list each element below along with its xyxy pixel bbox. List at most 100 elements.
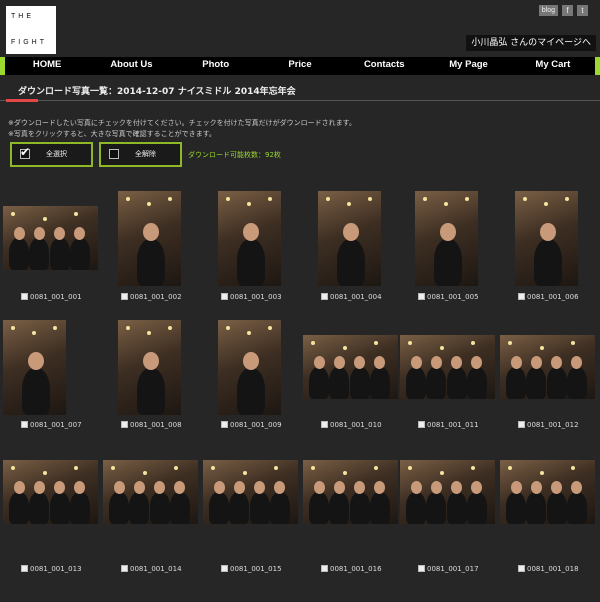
checkbox-icon[interactable] <box>221 565 228 572</box>
site-logo[interactable]: THE FIGHT <box>6 6 56 54</box>
checkbox-icon[interactable] <box>21 421 28 428</box>
person-silhouette <box>446 367 467 399</box>
checkbox-icon[interactable] <box>121 421 128 428</box>
checkbox-icon[interactable] <box>418 565 425 572</box>
photo-select-checkbox[interactable]: 0081_001_013 <box>21 564 82 574</box>
person-silhouette <box>566 492 587 524</box>
checkbox-icon[interactable] <box>321 565 328 572</box>
photo-thumbnail[interactable] <box>318 191 381 286</box>
photo-thumbnail[interactable] <box>3 460 98 524</box>
photo-thumbnail[interactable] <box>400 460 495 524</box>
nav-contacts[interactable]: Contacts <box>342 57 426 75</box>
light-bulb <box>111 466 115 470</box>
person-silhouette <box>526 367 547 399</box>
photo-select-checkbox[interactable]: 0081_001_015 <box>221 564 282 574</box>
photo-thumbnail[interactable] <box>118 191 181 286</box>
nav-price[interactable]: Price <box>258 57 342 75</box>
nav-my-page[interactable]: My Page <box>426 57 510 75</box>
checkbox-icon[interactable] <box>518 565 525 572</box>
photo-thumbnail[interactable] <box>303 460 398 524</box>
photo-select-checkbox[interactable]: 0081_001_018 <box>518 564 579 574</box>
photo-thumbnail[interactable] <box>218 191 281 286</box>
nav-my-cart[interactable]: My Cart <box>511 57 595 75</box>
mypage-link[interactable]: 小川晶弘 さんのマイページへ <box>466 35 596 51</box>
checkbox-icon[interactable] <box>121 293 128 300</box>
person-silhouette <box>21 367 51 415</box>
photo-thumbnail[interactable] <box>3 206 98 270</box>
photo-thumbnail[interactable] <box>118 320 181 415</box>
checkbox-icon[interactable] <box>21 293 28 300</box>
checkbox-icon[interactable] <box>321 421 328 428</box>
light-bulb <box>508 466 512 470</box>
photo-select-checkbox[interactable]: 0081_001_001 <box>21 292 82 302</box>
checkbox-icon[interactable] <box>418 293 425 300</box>
light-bulb <box>544 202 548 206</box>
light-bulb <box>168 326 172 330</box>
person-head <box>113 481 125 494</box>
photo-select-checkbox[interactable]: 0081_001_017 <box>418 564 479 574</box>
select-all-button[interactable]: ✔ 全選択 <box>10 142 93 167</box>
deselect-all-button[interactable]: 全解除 <box>99 142 182 167</box>
checkbox-icon[interactable] <box>221 421 228 428</box>
nav-home[interactable]: HOME <box>5 57 89 75</box>
photo-select-checkbox[interactable]: 0081_001_014 <box>121 564 182 574</box>
checkbox-icon[interactable] <box>121 565 128 572</box>
photo-thumbnail[interactable] <box>303 335 398 399</box>
photo-select-checkbox[interactable]: 0081_001_005 <box>418 292 479 302</box>
photo-thumbnail[interactable] <box>415 191 478 286</box>
photo-select-checkbox[interactable]: 0081_001_010 <box>321 420 382 430</box>
photo-thumbnail[interactable] <box>203 460 298 524</box>
light-bulb <box>311 466 315 470</box>
person-silhouette <box>129 492 150 524</box>
photo-select-checkbox[interactable]: 0081_001_009 <box>221 420 282 430</box>
checkbox-icon[interactable] <box>418 421 425 428</box>
person-head <box>243 222 260 241</box>
person-silhouette <box>9 492 29 524</box>
photo-id-label: 0081_001_007 <box>30 421 82 429</box>
photo-select-checkbox[interactable]: 0081_001_016 <box>321 564 382 574</box>
photo-id-label: 0081_001_003 <box>230 293 282 301</box>
photo-thumbnail[interactable] <box>218 320 281 415</box>
light-bulb <box>32 331 36 335</box>
photo-select-checkbox[interactable]: 0081_001_011 <box>418 420 479 430</box>
photo-thumbnail[interactable] <box>500 460 595 524</box>
photo-select-checkbox[interactable]: 0081_001_004 <box>321 292 382 302</box>
photo-thumbnail[interactable] <box>400 335 495 399</box>
checkbox-icon[interactable] <box>321 293 328 300</box>
photo-id-label: 0081_001_017 <box>427 565 479 573</box>
light-bulb <box>242 471 247 475</box>
nav-photo[interactable]: Photo <box>174 57 258 75</box>
blog-link[interactable]: blog <box>538 5 558 16</box>
person-silhouette <box>136 367 166 415</box>
light-bulb <box>226 197 230 201</box>
person-head <box>551 481 562 494</box>
photo-id-label: 0081_001_012 <box>527 421 579 429</box>
photo-thumbnail[interactable] <box>3 320 66 415</box>
facebook-icon[interactable]: f <box>562 5 573 16</box>
person-silhouette <box>136 238 166 286</box>
photo-id-label: 0081_001_016 <box>330 565 382 573</box>
photo-select-checkbox[interactable]: 0081_001_012 <box>518 420 579 430</box>
person-head <box>54 227 65 240</box>
nav-about-us[interactable]: About Us <box>89 57 173 75</box>
checkbox-icon[interactable] <box>518 421 525 428</box>
photo-select-checkbox[interactable]: 0081_001_006 <box>518 292 579 302</box>
photo-select-checkbox[interactable]: 0081_001_008 <box>121 420 182 430</box>
light-bulb <box>539 471 544 475</box>
person-silhouette <box>109 492 129 524</box>
light-bulb <box>268 197 272 201</box>
twitter-icon[interactable]: t <box>577 5 588 16</box>
photo-thumbnail[interactable] <box>500 335 595 399</box>
photo-select-checkbox[interactable]: 0081_001_002 <box>121 292 182 302</box>
person-silhouette <box>209 492 229 524</box>
photo-thumbnail[interactable] <box>515 191 578 286</box>
photo-select-checkbox[interactable]: 0081_001_007 <box>21 420 82 430</box>
photo-select-checkbox[interactable]: 0081_001_003 <box>221 292 282 302</box>
light-bulb <box>168 197 172 201</box>
person-head <box>430 356 442 369</box>
page-title: ダウンロード写真一覧：2014-12-07 ナイスミドル 2014年忘年会 <box>18 87 296 97</box>
checkbox-icon[interactable] <box>221 293 228 300</box>
checkbox-icon[interactable] <box>518 293 525 300</box>
photo-thumbnail[interactable] <box>103 460 198 524</box>
checkbox-icon[interactable] <box>21 565 28 572</box>
